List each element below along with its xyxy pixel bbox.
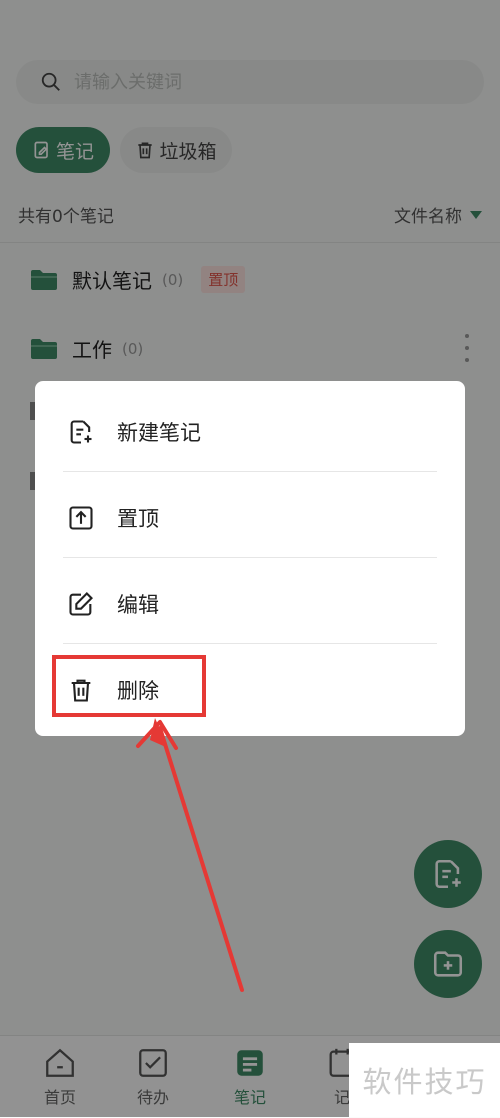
menu-item-edit[interactable]: 编辑 — [35, 561, 465, 647]
menu-item-label: 置顶 — [117, 507, 159, 531]
menu-item-label: 编辑 — [117, 593, 159, 617]
menu-item-pin-top[interactable]: 置顶 — [35, 475, 465, 561]
delete-highlight-box — [52, 655, 206, 717]
menu-divider — [63, 557, 437, 558]
menu-divider — [63, 471, 437, 472]
menu-item-label: 新建笔记 — [117, 421, 201, 445]
menu-divider — [63, 643, 437, 644]
new-note-icon — [70, 420, 92, 444]
menu-item-new-note[interactable]: 新建笔记 — [35, 389, 465, 475]
watermark: 软件技巧 — [349, 1043, 500, 1117]
edit-icon — [69, 592, 93, 616]
pin-top-icon — [69, 506, 93, 530]
